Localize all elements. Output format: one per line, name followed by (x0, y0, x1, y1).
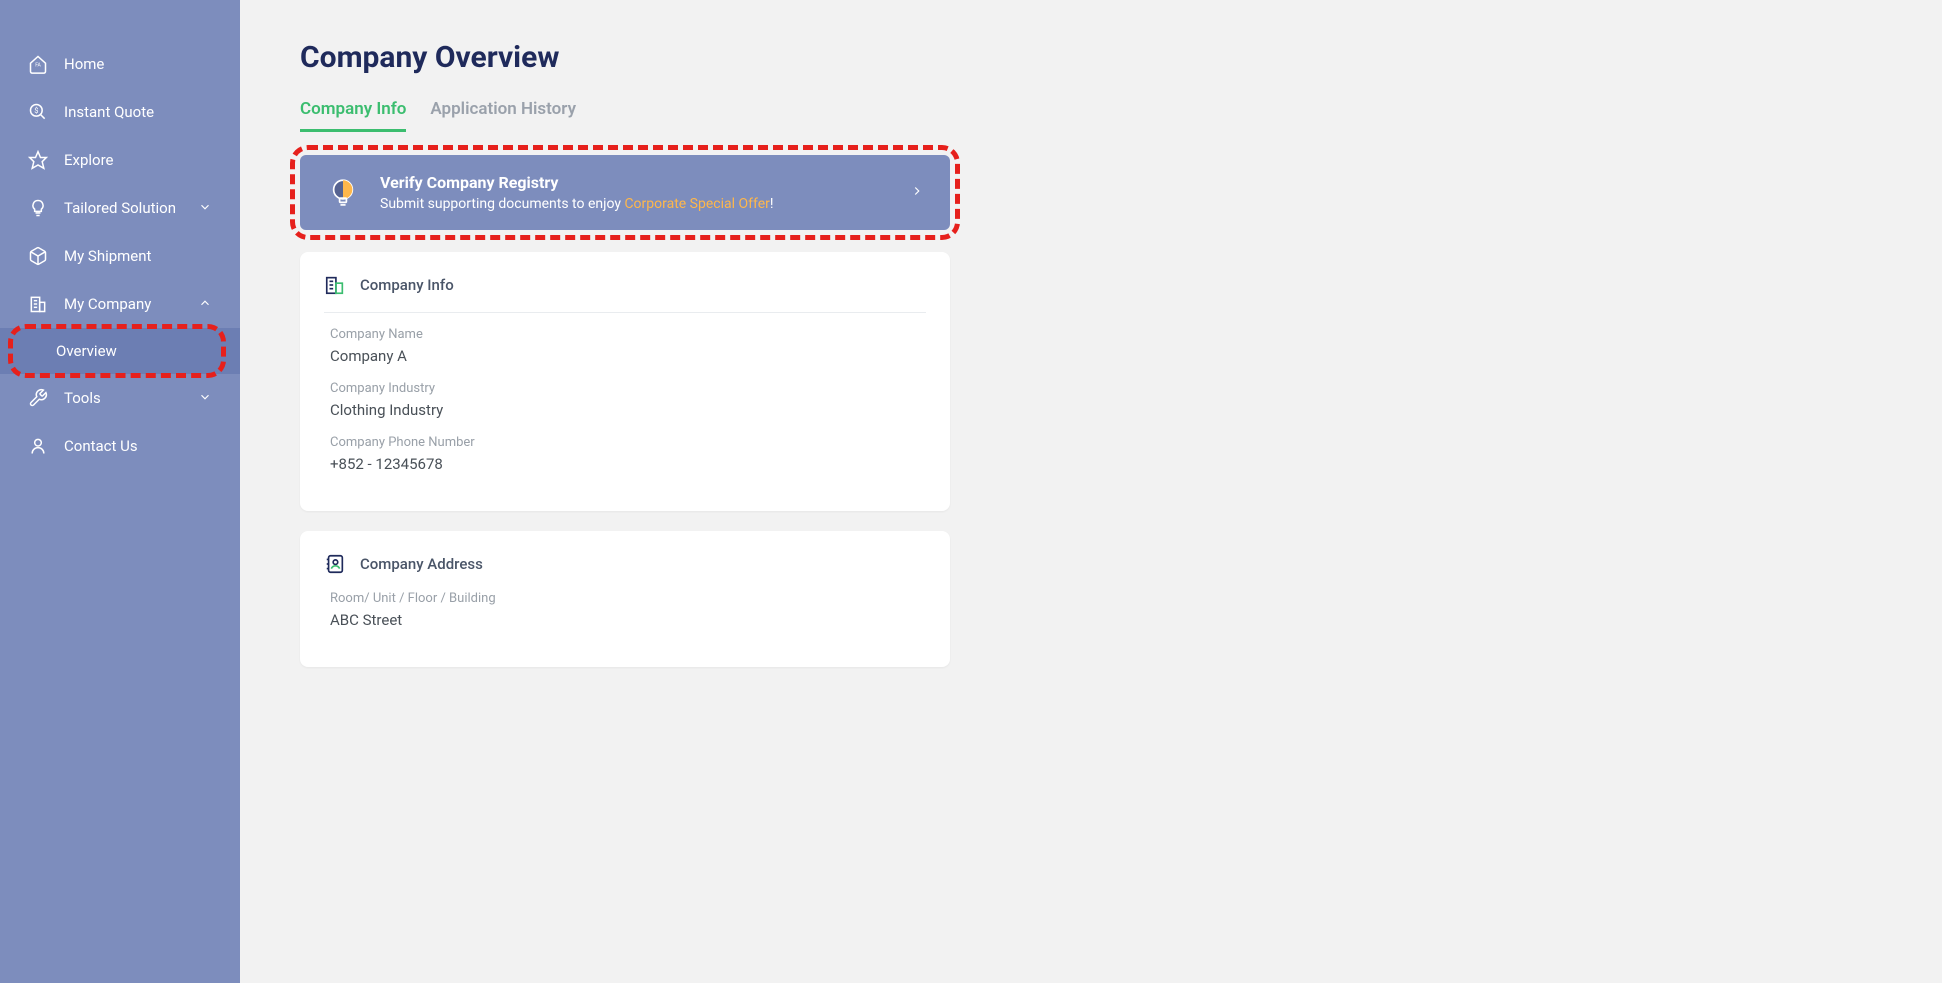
address-book-icon (324, 553, 346, 575)
sidebar-item-home[interactable]: FA Home (0, 40, 240, 88)
sidebar-item-label: Home (64, 55, 212, 73)
banner-subtitle-prefix: Submit supporting documents to enjoy (380, 196, 624, 212)
sidebar-item-tailored-solution[interactable]: Tailored Solution (0, 184, 240, 232)
banner-title: Verify Company Registry (380, 173, 910, 192)
building-icon (324, 274, 346, 296)
field-label: Room/ Unit / Floor / Building (330, 591, 926, 606)
sidebar-item-label: My Company (64, 295, 198, 313)
headset-icon (28, 436, 48, 456)
sidebar-subitem-label: Overview (56, 342, 117, 360)
sidebar-item-my-company[interactable]: My Company (0, 280, 240, 328)
banner-subtitle-suffix: ! (770, 196, 774, 212)
main-content: Company Overview Company Info Applicatio… (240, 0, 1942, 983)
lightbulb-icon (326, 176, 360, 210)
field-company-phone: Company Phone Number +852 - 12345678 (324, 435, 926, 473)
tab-application-history[interactable]: Application History (430, 93, 576, 132)
field-address: Room/ Unit / Floor / Building ABC Street (324, 591, 926, 629)
banner-offer-link[interactable]: Corporate Special Offer (624, 196, 769, 212)
card-title: Company Address (360, 555, 483, 573)
field-value: Clothing Industry (330, 401, 926, 419)
tools-icon (28, 388, 48, 408)
card-header: Company Address (324, 545, 926, 591)
card-title: Company Info (360, 276, 454, 294)
field-label: Company Name (330, 327, 926, 342)
company-address-card: Company Address Room/ Unit / Floor / Bui… (300, 531, 950, 667)
banner-subtitle: Submit supporting documents to enjoy Cor… (380, 196, 910, 212)
card-header: Company Info (324, 266, 926, 313)
box-icon (28, 246, 48, 266)
svg-text:$: $ (34, 106, 38, 115)
chevron-down-icon (198, 390, 212, 407)
sidebar-item-label: Instant Quote (64, 103, 212, 121)
sidebar-item-label: Tailored Solution (64, 199, 198, 217)
field-company-industry: Company Industry Clothing Industry (324, 381, 926, 419)
sidebar-item-contact-us[interactable]: Contact Us (0, 422, 240, 470)
tab-company-info[interactable]: Company Info (300, 93, 406, 132)
svg-text:FA: FA (35, 63, 41, 69)
sidebar: FA Home $ Instant Quote Explore Tai (0, 0, 240, 983)
field-value: ABC Street (330, 611, 926, 629)
sidebar-item-label: My Shipment (64, 247, 212, 265)
field-company-name: Company Name Company A (324, 327, 926, 365)
field-value: Company A (330, 347, 926, 365)
sidebar-subitem-overview[interactable]: Overview (0, 328, 240, 374)
sidebar-item-my-shipment[interactable]: My Shipment (0, 232, 240, 280)
home-icon: FA (28, 54, 48, 74)
sidebar-item-tools[interactable]: Tools (0, 374, 240, 422)
sidebar-item-instant-quote[interactable]: $ Instant Quote (0, 88, 240, 136)
verify-banner[interactable]: Verify Company Registry Submit supportin… (300, 155, 950, 230)
building-icon (28, 294, 48, 314)
sidebar-item-label: Contact Us (64, 437, 212, 455)
sidebar-item-label: Tools (64, 389, 198, 407)
tabs: Company Info Application History (300, 93, 1882, 133)
field-value: +852 - 12345678 (330, 455, 926, 473)
lightbulb-icon (28, 198, 48, 218)
page-title: Company Overview (300, 40, 1882, 75)
company-info-card: Company Info Company Name Company A Comp… (300, 252, 950, 511)
star-icon (28, 150, 48, 170)
banner-content: Verify Company Registry Submit supportin… (380, 173, 910, 212)
chevron-right-icon (910, 182, 924, 203)
field-label: Company Phone Number (330, 435, 926, 450)
sidebar-item-explore[interactable]: Explore (0, 136, 240, 184)
dollar-search-icon: $ (28, 102, 48, 122)
field-label: Company Industry (330, 381, 926, 396)
sidebar-item-label: Explore (64, 151, 212, 169)
chevron-up-icon (198, 296, 212, 313)
chevron-down-icon (198, 200, 212, 217)
